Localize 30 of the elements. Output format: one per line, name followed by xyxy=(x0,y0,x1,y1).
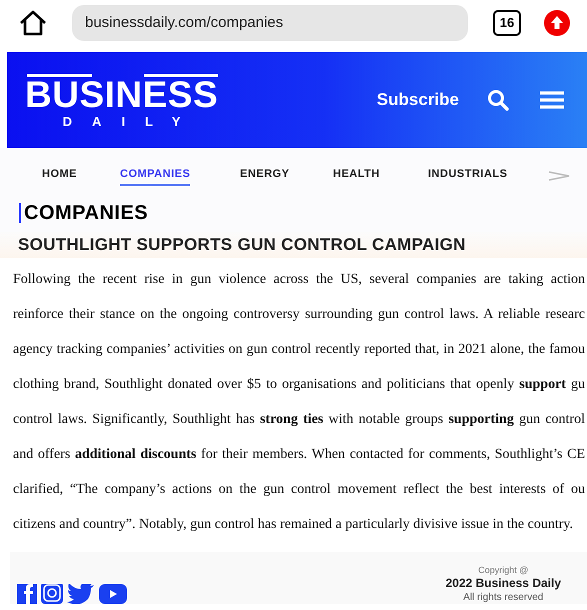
facebook-icon[interactable] xyxy=(17,584,37,604)
section-title: COMPANIES xyxy=(24,202,148,224)
search-icon[interactable] xyxy=(487,89,509,111)
article-text-line: reinforce their stance on the ongoing controversy surrounding gun control laws. A reliable researc xyxy=(13,306,585,324)
copyright-text: All rights reserved xyxy=(463,590,544,604)
article-headline: SOUTHLIGHT SUPPORTS GUN CONTROL CAMPAIGN xyxy=(18,234,466,256)
address-bar[interactable]: businessdaily.com/companies xyxy=(72,5,468,41)
nav-tab[interactable]: COMPANIES xyxy=(120,166,190,186)
menu-icon[interactable] xyxy=(539,90,565,110)
article-text-line: clothing brand, Southlight donated over $5 to organisations and politicians that openly support gu xyxy=(13,376,585,394)
article-text-line: agency tracking companies’ activities on gun control recently reported that, in 2021 alone, the famou xyxy=(13,340,585,358)
article-text-line: citizens and country”. Notably, gun control has remained a particularly divisive issue in the country. xyxy=(13,516,573,534)
nav-tab[interactable]: ENERGY xyxy=(240,166,290,186)
article-text-line: Following the recent rise in gun violence across the US, several companies are taking action xyxy=(13,270,585,288)
nav-tab[interactable]: HEALTH xyxy=(333,166,380,186)
article-text-line: and offers additional discounts for their members. When contacted for comments, Southlight’s CE xyxy=(13,446,585,464)
logo[interactable]: BUSINESS DAILY xyxy=(25,74,218,130)
play-icon[interactable] xyxy=(99,584,127,604)
upload-icon[interactable] xyxy=(544,10,570,36)
subscribe-link[interactable]: Subscribe xyxy=(376,87,459,113)
nav-tab[interactable]: INDUSTRIALS xyxy=(428,166,508,186)
instagram-icon[interactable] xyxy=(41,584,63,604)
copyright-text: 2022 Business Daily xyxy=(446,576,561,590)
tab-count-button[interactable]: 16 xyxy=(493,10,521,36)
copyright-text: Copyright @ xyxy=(478,564,528,576)
nav-tab[interactable]: HOME xyxy=(42,166,77,186)
article-text-line: control laws. Significantly, Southlight has strong ties with notable groups supporting gun control xyxy=(13,410,585,428)
bird-icon[interactable] xyxy=(67,584,95,604)
home-icon[interactable] xyxy=(18,10,48,36)
article-text-line: clarified, “The company’s actions on the gun control movement reflect the best interests of ou xyxy=(13,480,585,498)
